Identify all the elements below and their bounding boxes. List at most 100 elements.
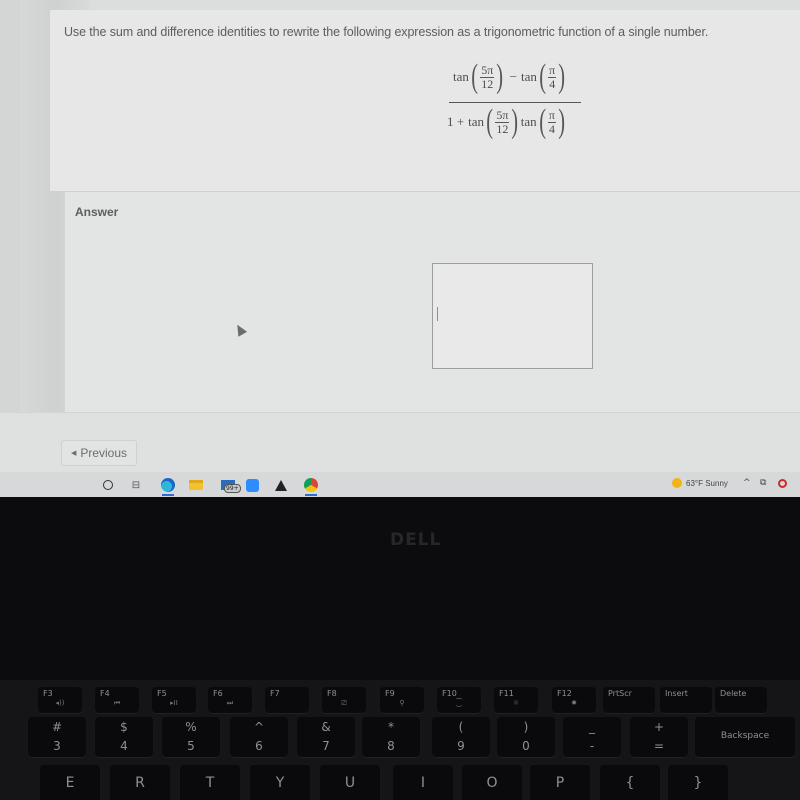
- triangle-left-icon: ◀: [70, 450, 77, 457]
- key-letter: P: [555, 775, 565, 791]
- key-label: F8: [327, 689, 337, 698]
- expression-denominator: 1 + tan ( 5π 12 ) tan ( π 4 ): [447, 103, 566, 140]
- one-plus: 1 +: [447, 114, 465, 129]
- inkscape-icon[interactable]: [273, 477, 289, 493]
- key-upper-symbol: *: [388, 720, 394, 734]
- fraction-5pi-12: 5π 12: [480, 62, 495, 91]
- text-caret: [437, 307, 438, 321]
- key-y[interactable]: Y: [250, 765, 310, 800]
- keyboard: F3 ◂)) F4 ⏮ F5 ▸II F6 ⏭ F7 F8 ⎚ F9 ⚲ F10 ⁐ F11 ☼ F12 ✹ PrtS…: [0, 680, 800, 800]
- key-r[interactable]: R: [110, 765, 170, 800]
- key-7[interactable]: & 7: [297, 717, 355, 757]
- key-8[interactable]: * 8: [362, 717, 420, 757]
- key-lower-symbol: 4: [120, 739, 128, 753]
- key-letter: I: [420, 775, 426, 791]
- zoom-icon[interactable]: [244, 477, 260, 493]
- key-=[interactable]: + =: [630, 717, 688, 757]
- key-f3[interactable]: F3 ◂)): [38, 687, 82, 713]
- key-label: F4: [100, 689, 110, 698]
- key-upper-symbol: _: [589, 720, 595, 734]
- key-function-icon: ⏭: [226, 699, 234, 707]
- key-upper-symbol: (: [458, 720, 464, 734]
- key-letter: Y: [275, 775, 285, 791]
- key-label: PrtScr: [608, 689, 632, 698]
- key-9[interactable]: (9: [432, 717, 490, 757]
- key-f10[interactable]: F10 ⁐: [437, 687, 481, 713]
- key-f9[interactable]: F9 ⚲: [380, 687, 424, 713]
- mail-icon[interactable]: 99+: [215, 477, 241, 493]
- key-t[interactable]: T: [180, 765, 240, 800]
- key-function-icon: ⁐: [456, 699, 462, 707]
- previous-label: Previous: [80, 446, 128, 460]
- key-upper-symbol: $: [120, 720, 128, 734]
- key-{[interactable]: {: [600, 765, 660, 800]
- key-lower-symbol: 5: [187, 739, 195, 753]
- key-label: F3: [43, 689, 53, 698]
- key-function-icon: ▸II: [170, 699, 178, 707]
- key-insert[interactable]: Insert: [660, 687, 712, 713]
- key-lower-symbol: 3: [53, 739, 61, 753]
- weather-text: 63°F Sunny: [686, 478, 728, 488]
- tray-app-icon[interactable]: ⧉: [760, 478, 766, 488]
- key-}[interactable]: }: [668, 765, 728, 800]
- file-explorer-icon[interactable]: [188, 477, 204, 493]
- key-f11[interactable]: F11 ☼: [494, 687, 538, 713]
- key-upper-symbol: &: [321, 720, 331, 734]
- task-view-icon[interactable]: ⊟: [128, 477, 144, 493]
- question-card: Use the sum and difference identities to…: [50, 10, 800, 192]
- key-3[interactable]: #3: [28, 717, 86, 757]
- chevron-up-icon[interactable]: ^: [743, 478, 751, 488]
- key-prtscr[interactable]: PrtScr: [603, 687, 655, 713]
- key-label: F6: [213, 689, 223, 698]
- key-lower-symbol: 0: [522, 739, 530, 753]
- weather-widget[interactable]: 63°F Sunny: [672, 478, 728, 488]
- key-f7[interactable]: F7: [265, 687, 309, 713]
- key-f12[interactable]: F12 ✹: [552, 687, 596, 713]
- key-label: F7: [270, 689, 280, 698]
- key-label: F11: [499, 689, 514, 698]
- laptop-screen: Use the sum and difference identities to…: [0, 0, 800, 497]
- key-p[interactable]: P: [530, 765, 590, 800]
- key-upper-symbol: ^: [253, 720, 265, 734]
- tan-function: tan: [520, 69, 537, 84]
- key-upper-symbol: ): [523, 720, 529, 734]
- answer-section: Answer: [65, 192, 800, 412]
- dell-logo: DELL: [390, 530, 442, 550]
- key-5[interactable]: % 5: [162, 717, 220, 757]
- edge-icon[interactable]: [160, 477, 176, 496]
- key-f6[interactable]: F6 ⏭: [208, 687, 252, 713]
- windows-taskbar: ⊟ 99+ 63°F Sunny ^ ⧉: [0, 472, 800, 497]
- key-upper-symbol: +: [653, 720, 665, 734]
- key-backspace[interactable]: Backspace: [695, 717, 795, 757]
- key-upper-symbol: #: [51, 720, 63, 734]
- creative-cloud-icon[interactable]: [778, 479, 787, 488]
- browser-left-edge: [0, 0, 20, 470]
- key-6[interactable]: ^ 6: [230, 717, 288, 757]
- key-function-icon: ⏮: [113, 699, 121, 707]
- key-f8[interactable]: F8 ⎚: [322, 687, 366, 713]
- key-lower-symbol: 8: [387, 739, 395, 753]
- mail-badge: 99+: [224, 484, 241, 493]
- key-f4[interactable]: F4 ⏮: [95, 687, 139, 713]
- key-e[interactable]: E: [40, 765, 100, 800]
- answer-input[interactable]: [432, 263, 593, 369]
- key-lower-symbol: =: [653, 739, 665, 753]
- key-delete[interactable]: Delete: [715, 687, 767, 713]
- key-lower-symbol: 6: [255, 739, 263, 753]
- key-lower-symbol: 7: [322, 739, 330, 753]
- fraction-pi-4: π 4: [548, 62, 557, 91]
- key-lower-symbol: -: [589, 739, 595, 753]
- key-f5[interactable]: F5 ▸II: [152, 687, 196, 713]
- key-u[interactable]: U: [320, 765, 380, 800]
- key--[interactable]: _ -: [563, 717, 621, 757]
- search-icon[interactable]: [100, 477, 116, 493]
- key-letter: {: [625, 775, 635, 791]
- key-function-icon: ✹: [571, 699, 577, 707]
- key-label: Delete: [720, 689, 747, 698]
- key-4[interactable]: $4: [95, 717, 153, 757]
- key-o[interactable]: O: [462, 765, 522, 800]
- previous-button[interactable]: ◀ Previous: [61, 440, 137, 466]
- key-i[interactable]: I: [393, 765, 453, 800]
- chrome-icon[interactable]: [303, 477, 319, 496]
- key-0[interactable]: ) 0: [497, 717, 555, 757]
